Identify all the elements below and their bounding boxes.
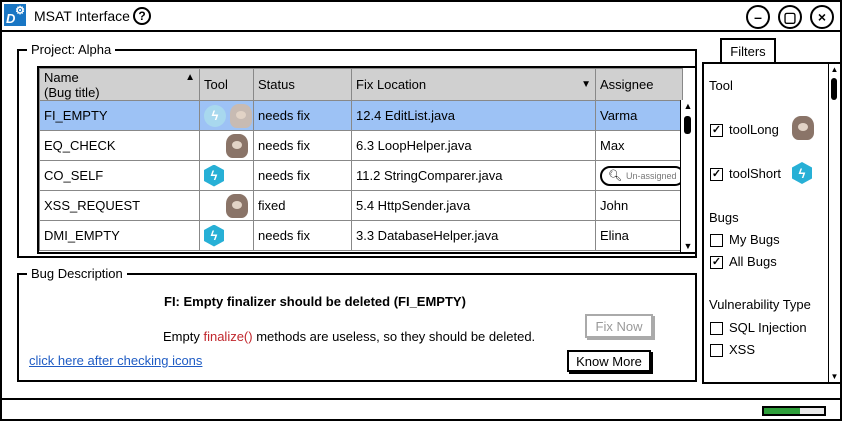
bolt-icon: ϟ bbox=[204, 164, 224, 187]
sql-injection-label: SQL Injection bbox=[729, 320, 807, 335]
column-header-status[interactable]: Status bbox=[253, 68, 352, 101]
status-bar bbox=[2, 398, 840, 419]
sloth-icon bbox=[226, 193, 248, 218]
know-more-button[interactable]: Know More bbox=[567, 350, 651, 372]
tab-filters[interactable]: Filters bbox=[720, 38, 776, 64]
assignee-cell: John bbox=[595, 190, 683, 221]
progress-fill bbox=[764, 408, 800, 414]
vulnerability-filter-heading: Vulnerability Type bbox=[709, 297, 811, 312]
table-row[interactable]: DMI_EMPTY ϟ needs fix 3.3 DatabaseHelper.ja… bbox=[39, 220, 683, 251]
fix-location-cell: 11.2 StringComparer.java bbox=[351, 160, 596, 191]
tool-cell: ϟ bbox=[199, 220, 254, 251]
check-icons-link[interactable]: click here after checking icons bbox=[29, 353, 202, 368]
close-button[interactable]: × bbox=[810, 5, 834, 29]
progress-bar bbox=[762, 406, 826, 416]
fix-now-button[interactable]: Fix Now bbox=[585, 314, 653, 338]
xss-checkbox[interactable] bbox=[710, 344, 723, 357]
search-icon: 🔍︎ bbox=[608, 170, 622, 182]
sort-asc-icon[interactable]: ▲ bbox=[185, 72, 195, 83]
all-bugs-label: All Bugs bbox=[729, 254, 777, 269]
filters-scrollbar[interactable]: ▲ ▼ bbox=[828, 64, 840, 382]
title-bar: D ⚙ MSAT Interface ? – ▢ × bbox=[2, 2, 840, 32]
tool-cell bbox=[199, 190, 254, 221]
bug-description-text: Empty finalize() methods are useless, so… bbox=[163, 329, 536, 344]
bug-name-cell: DMI_EMPTY bbox=[39, 220, 200, 251]
tool-cell: ϟ bbox=[199, 160, 254, 191]
my-bugs-label: My Bugs bbox=[729, 232, 780, 247]
column-header-assignee[interactable]: Assignee bbox=[595, 68, 683, 101]
tool-long-label: toolLong bbox=[729, 122, 779, 137]
filters-panel: Tool ✓ toolLong ✓ toolShort ϟ Bugs My Bu… bbox=[702, 62, 842, 384]
sql-injection-checkbox[interactable] bbox=[710, 322, 723, 335]
table-scrollbar[interactable]: ▲ ▼ bbox=[680, 100, 695, 252]
bolt-icon: ϟ bbox=[204, 224, 224, 247]
unassigned-placeholder: Un-assigned bbox=[625, 170, 677, 181]
tool-long-checkbox[interactable]: ✓ bbox=[710, 124, 723, 137]
fix-location-cell: 6.3 LoopHelper.java bbox=[351, 130, 596, 161]
tool-short-checkbox[interactable]: ✓ bbox=[710, 168, 723, 181]
column-header-fix-location[interactable]: Fix Location ▼ bbox=[351, 68, 596, 101]
bugs-filter-heading: Bugs bbox=[709, 210, 739, 225]
status-cell: needs fix bbox=[253, 100, 352, 131]
bolt-icon: ϟ bbox=[204, 104, 226, 127]
sloth-icon bbox=[226, 133, 248, 158]
app-window: D ⚙ MSAT Interface ? – ▢ × Project: Alpha… bbox=[0, 0, 842, 421]
assignee-search-input[interactable]: 🔍︎ Un-assigned bbox=[600, 165, 682, 186]
bug-name-cell: FI_EMPTY bbox=[39, 100, 200, 131]
all-bugs-checkbox[interactable]: ✓ bbox=[710, 256, 723, 269]
my-bugs-checkbox[interactable] bbox=[710, 234, 723, 247]
minimize-button[interactable]: – bbox=[746, 5, 770, 29]
scroll-up-icon[interactable]: ▲ bbox=[682, 101, 694, 111]
status-cell: needs fix bbox=[253, 130, 352, 161]
filters-scroll-down-icon[interactable]: ▼ bbox=[829, 372, 840, 381]
bug-name-cell: XSS_REQUEST bbox=[39, 190, 200, 221]
maximize-button[interactable]: ▢ bbox=[778, 5, 802, 29]
window-title: MSAT Interface bbox=[34, 8, 130, 24]
assignee-cell: Varma bbox=[595, 100, 683, 131]
assignee-cell: Max bbox=[595, 130, 683, 161]
tool-filter-heading: Tool bbox=[709, 78, 733, 93]
status-cell: needs fix bbox=[253, 220, 352, 251]
filters-scroll-thumb[interactable] bbox=[831, 78, 837, 100]
table-row[interactable]: EQ_CHECK needs fix 6.3 LoopHelper.java Max bbox=[39, 130, 683, 161]
assignee-cell: 🔍︎ Un-assigned bbox=[595, 160, 683, 191]
status-cell: needs fix bbox=[253, 160, 352, 191]
tool-cell bbox=[199, 130, 254, 161]
xss-label: XSS bbox=[729, 342, 756, 357]
column-header-tool[interactable]: Tool bbox=[199, 68, 254, 101]
code-snippet: finalize() bbox=[203, 329, 253, 344]
table-row[interactable]: FI_EMPTY ϟ needs fix 12.4 EditList.java Varm… bbox=[39, 100, 683, 131]
sloth-icon bbox=[230, 103, 252, 128]
tool-cell: ϟ bbox=[199, 100, 254, 131]
bug-name-cell: CO_SELF bbox=[39, 160, 200, 191]
assignee-cell: Elina bbox=[595, 220, 683, 251]
bug-name-cell: EQ_CHECK bbox=[39, 130, 200, 161]
fix-location-cell: 5.4 HttpSender.java bbox=[351, 190, 596, 221]
help-icon[interactable]: ? bbox=[133, 7, 151, 25]
table-row[interactable]: XSS_REQUEST fixed 5.4 HttpSender.java John bbox=[39, 190, 683, 221]
project-legend: Project: Alpha bbox=[31, 42, 112, 57]
fix-location-cell: 12.4 EditList.java bbox=[351, 100, 596, 131]
fix-location-cell: 3.3 DatabaseHelper.java bbox=[351, 220, 596, 251]
bug-description-legend: Bug Description bbox=[31, 266, 123, 281]
bug-table-container: ▲ Name (Bug title) Tool Status Fix Locat… bbox=[37, 66, 697, 254]
column-header-name[interactable]: ▲ Name (Bug title) bbox=[39, 68, 200, 101]
status-cell: fixed bbox=[253, 190, 352, 221]
app-logo-icon: D ⚙ bbox=[4, 4, 26, 26]
bug-title: FI: Empty finalizer should be deleted (F… bbox=[164, 294, 466, 309]
sloth-icon bbox=[792, 116, 814, 140]
scroll-down-icon[interactable]: ▼ bbox=[682, 241, 694, 251]
bolt-icon: ϟ bbox=[792, 162, 812, 184]
table-row[interactable]: CO_SELF ϟ needs fix 11.2 StringComparer.jav… bbox=[39, 160, 683, 191]
bug-table: ▲ Name (Bug title) Tool Status Fix Locat… bbox=[39, 68, 683, 251]
tool-short-label: toolShort bbox=[729, 166, 782, 181]
filters-scroll-up-icon[interactable]: ▲ bbox=[829, 65, 840, 74]
scroll-thumb[interactable] bbox=[684, 116, 691, 134]
table-header-row: ▲ Name (Bug title) Tool Status Fix Locat… bbox=[39, 68, 683, 101]
dropdown-arrow-icon[interactable]: ▼ bbox=[581, 79, 591, 90]
